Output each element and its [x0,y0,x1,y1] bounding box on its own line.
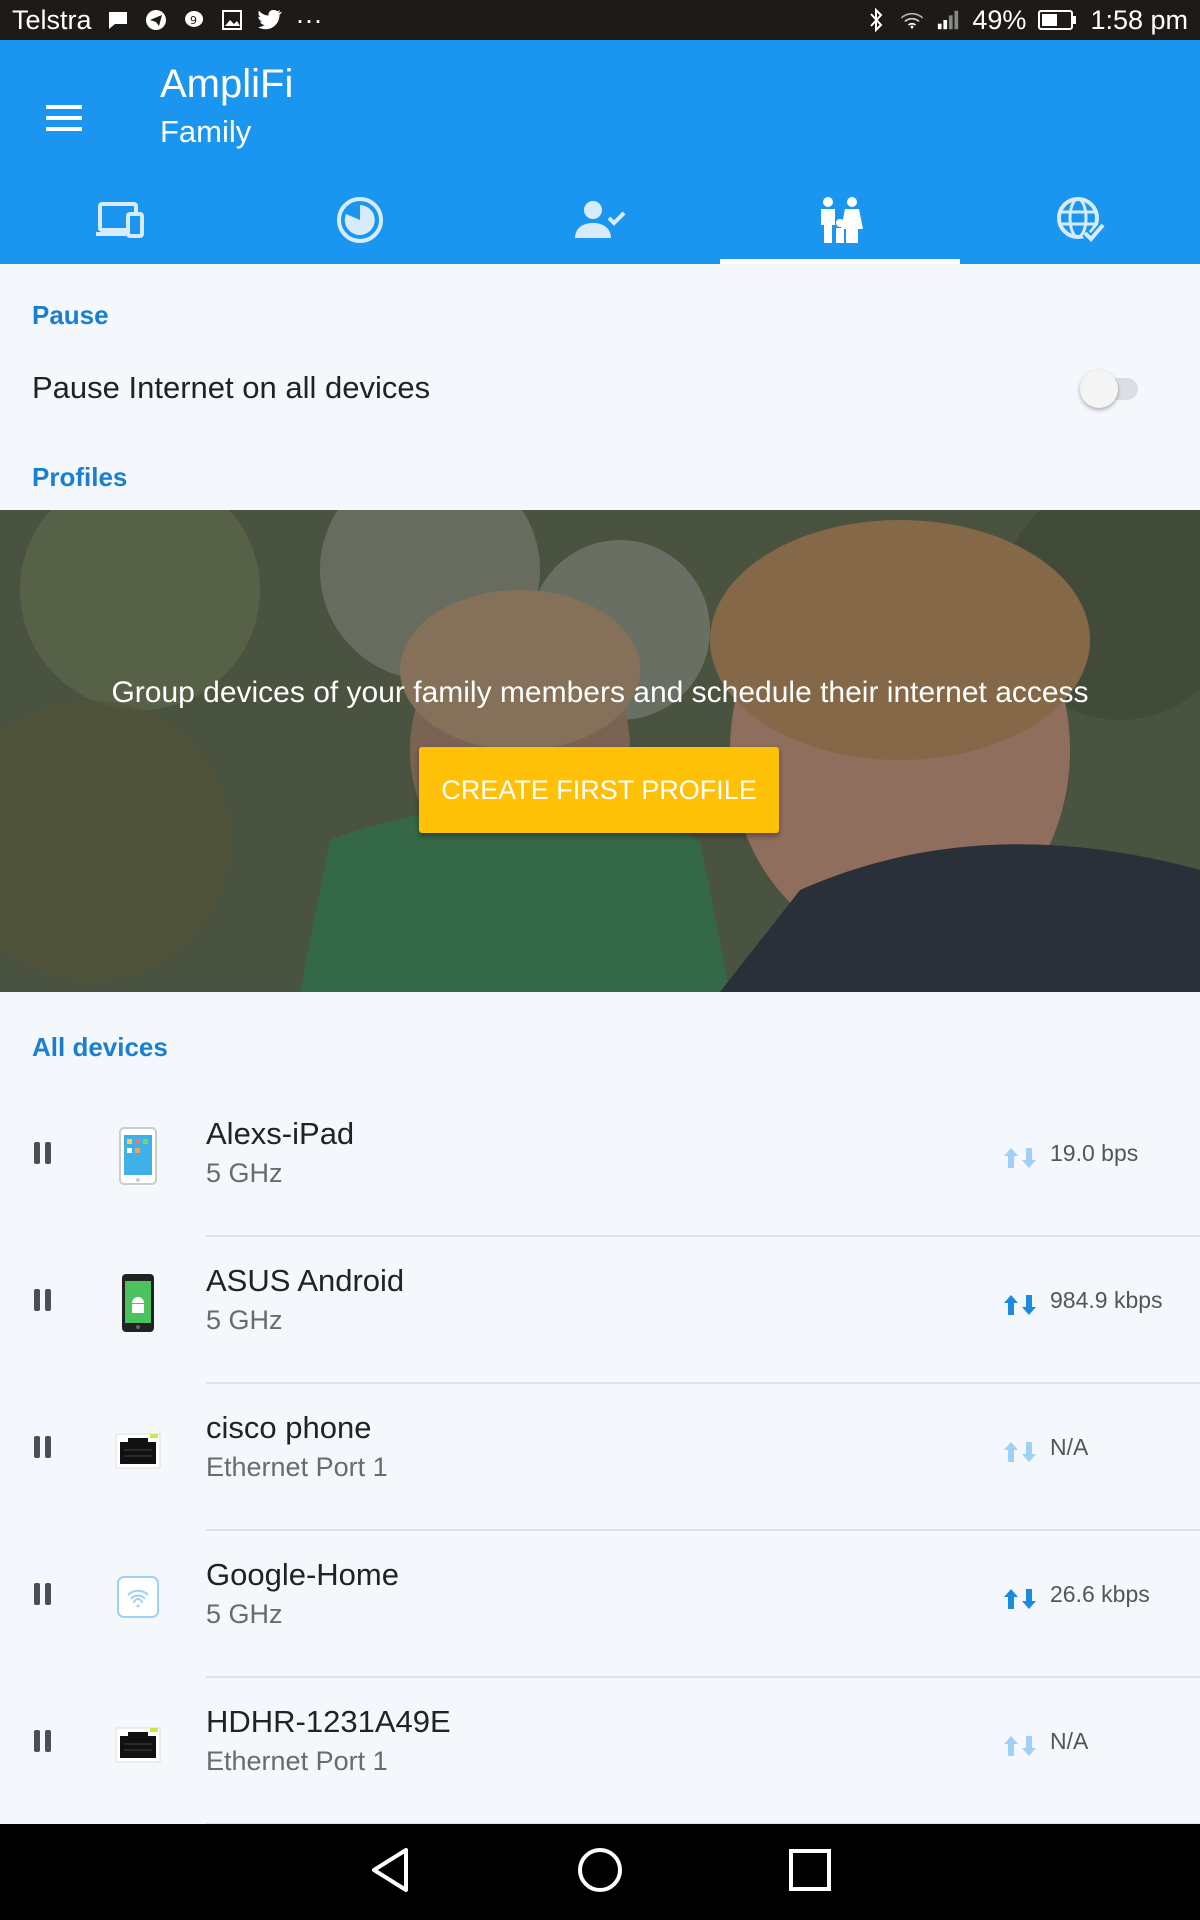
tab-usage[interactable] [240,180,480,264]
tab-devices[interactable] [0,180,240,264]
list-item[interactable]: ASUS Android 5 GHz 984.9 kbps [0,1237,1200,1384]
battery-icon [1038,8,1078,32]
traffic-arrows-icon [1002,1293,1038,1317]
tab-internet[interactable] [960,180,1200,264]
profiles-description: Group devices of your family members and… [111,676,1089,709]
list-item[interactable]: cisco phone Ethernet Port 1 N/A [0,1384,1200,1531]
tablet-icon [112,1122,164,1190]
device-rate: N/A [1050,1728,1089,1754]
device-connection: Ethernet Port 1 [206,1746,388,1776]
back-button[interactable] [340,1824,440,1920]
pause-device-button[interactable] [34,1583,54,1609]
profiles-hero-banner: Group devices of your family members and… [0,510,1200,992]
status-bar: Telstra 9 ··· 49% 1:58 pm [0,0,1200,40]
wifi-device-icon [112,1563,164,1631]
signal-icon [936,8,960,32]
tab-family[interactable] [720,180,960,264]
profiles-section-header: Profiles [32,462,128,492]
back-icon [368,1846,412,1899]
chat-icon: 9 [182,8,206,32]
usage-chart-icon [335,195,385,250]
battery-percent: 49% [972,4,1027,35]
pause-device-button[interactable] [34,1436,54,1462]
family-icon [815,195,865,250]
telegram-icon [144,8,168,32]
device-name: ASUS Android [206,1263,405,1298]
all-devices-header: All devices [32,1032,168,1062]
device-connection: 5 GHz [206,1599,283,1629]
clock: 1:58 pm [1090,4,1188,35]
list-item[interactable]: Google-Home 5 GHz 26.6 kbps [0,1531,1200,1678]
ethernet-port-icon [112,1710,164,1778]
device-rate: 19.0 bps [1050,1140,1139,1166]
list-item[interactable]: Alexs-iPad 5 GHz 19.0 bps [0,1090,1200,1237]
device-connection: 5 GHz [206,1158,283,1188]
twitter-icon [257,8,282,32]
app-bar: AmpliFi Family [0,40,1200,264]
tab-users[interactable] [480,180,720,264]
list-item[interactable]: HDHR-1231A49E Ethernet Port 1 N/A [0,1678,1200,1825]
more-indicator: ··· [295,4,323,35]
system-nav-bar [0,1824,1200,1920]
pause-all-label: Pause Internet on all devices [32,370,431,405]
device-rate: 984.9 kbps [1050,1287,1163,1313]
device-name: Google-Home [206,1557,399,1592]
device-rate: 26.6 kbps [1050,1581,1150,1607]
message-icon [106,8,130,32]
pause-device-button[interactable] [34,1730,54,1756]
device-connection: 5 GHz [206,1305,283,1335]
device-connection: Ethernet Port 1 [206,1452,388,1482]
traffic-arrows-icon [1002,1734,1038,1758]
bluetooth-icon [864,8,888,32]
pause-all-toggle[interactable] [1080,370,1144,408]
pause-device-button[interactable] [34,1142,54,1168]
device-list: Alexs-iPad 5 GHz 19.0 bps ASUS Android 5… [0,1090,1200,1825]
devices-icon [94,200,146,245]
create-first-profile-button[interactable]: CREATE FIRST PROFILE [419,747,779,833]
carrier-label: Telstra [12,4,92,35]
android-phone-icon [112,1269,164,1337]
globe-check-icon [1055,195,1107,250]
page-subtitle: Family [160,114,252,149]
pause-section-header: Pause [32,300,109,330]
svg-text:9: 9 [190,14,197,27]
device-rate: N/A [1050,1434,1089,1460]
menu-button[interactable] [28,84,100,156]
tab-bar [0,180,1200,264]
user-check-icon [573,198,627,247]
traffic-arrows-icon [1002,1146,1038,1170]
device-name: Alexs-iPad [206,1116,355,1151]
home-button[interactable] [550,1824,650,1920]
traffic-arrows-icon [1002,1587,1038,1611]
home-icon [576,1846,624,1899]
wifi-icon [900,8,924,32]
device-name: HDHR-1231A49E [206,1704,451,1739]
menu-icon [44,103,84,138]
app-title: AmpliFi [160,62,294,106]
image-icon [220,8,244,32]
recents-icon [788,1848,832,1897]
recents-button[interactable] [760,1824,860,1920]
pause-device-button[interactable] [34,1289,54,1315]
toggle-thumb [1080,370,1118,408]
device-name: cisco phone [206,1410,372,1445]
traffic-arrows-icon [1002,1440,1038,1464]
ethernet-port-icon [112,1416,164,1484]
